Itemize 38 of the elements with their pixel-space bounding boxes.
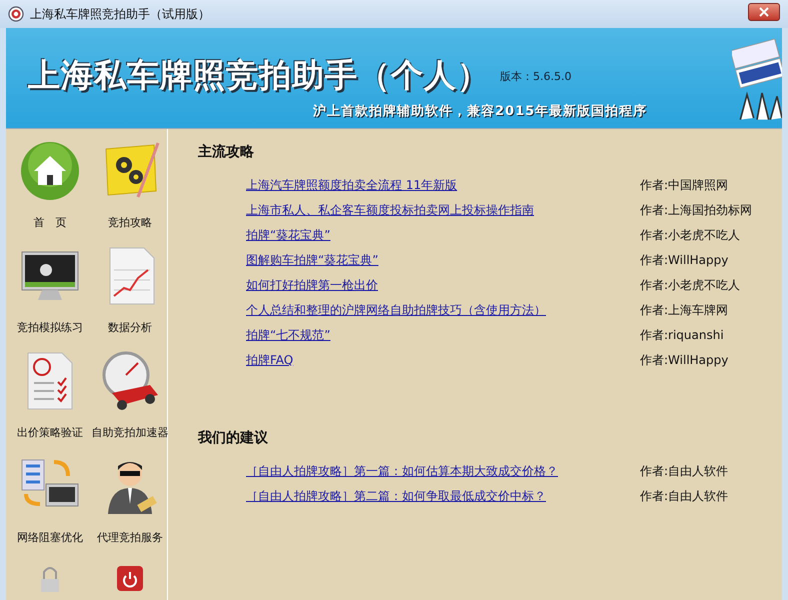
section-heading: 我们的建议 <box>198 429 269 447</box>
article-author: 作者:小老虎不吃人 <box>640 277 740 294</box>
section-heading: 主流攻略 <box>198 143 255 161</box>
close-button[interactable] <box>748 3 780 21</box>
article-link[interactable]: ［自由人拍牌攻略］第一篇：如何估算本期大致成交价格？ <box>246 463 640 480</box>
article-link[interactable]: 拍牌FAQ <box>246 352 640 369</box>
article-link[interactable]: 拍牌“七不规范” <box>246 327 640 344</box>
close-icon <box>759 7 769 17</box>
article-author: 作者:WillHappy <box>640 252 728 269</box>
article-author: 作者:riquanshi <box>640 327 724 344</box>
sidebar-label[interactable]: 数据分析 <box>108 320 152 335</box>
sidebar-label[interactable]: 竞拍模拟练习 <box>17 320 83 335</box>
banner-title: 上海私车牌照竞拍助手（个人） <box>28 55 490 96</box>
article-link[interactable]: 如何打好拍牌第一枪出价 <box>246 277 640 294</box>
sidebar-label[interactable]: 代理竞拍服务 <box>97 530 163 545</box>
article-link[interactable]: 拍牌“葵花宝典” <box>246 227 640 244</box>
article-author: 作者:上海国拍劲标网 <box>640 202 752 219</box>
version-label: 版本：5.6.5.0 <box>500 69 572 84</box>
article-link[interactable]: 上海市私人、私企客车额度投标拍卖网上投标操作指南 <box>246 202 640 219</box>
home-icon[interactable] <box>18 139 82 203</box>
sidebar-label[interactable]: 首 页 <box>34 215 66 230</box>
article-link[interactable]: ［自由人拍牌攻略］第二篇：如何争取最低成交价中标？ <box>246 488 640 505</box>
banner-slogan: 沪上首款拍牌辅助软件，兼容2015年最新版国拍程序 <box>313 102 648 120</box>
app-logo-icon <box>8 6 24 22</box>
sidebar-label[interactable]: 自助竞拍加速器 <box>92 425 168 440</box>
article-author: 作者:上海车牌网 <box>640 302 728 319</box>
sidebar-label[interactable]: 出价策略验证 <box>17 425 83 440</box>
article-author: 作者:中国牌照网 <box>640 177 728 194</box>
sidebar-label[interactable]: 竞拍攻略 <box>108 215 152 230</box>
article-author: 作者:自由人软件 <box>640 488 728 505</box>
sidebar-label[interactable]: 网络阻塞优化 <box>17 530 83 545</box>
article-author: 作者:小老虎不吃人 <box>640 227 740 244</box>
article-author: 作者:WillHappy <box>640 352 728 369</box>
article-link[interactable]: 个人总结和整理的沪牌网络自助拍牌技巧（含使用方法） <box>246 302 640 319</box>
article-link[interactable]: 图解购车拍牌“葵花宝典” <box>246 252 640 269</box>
window-title: 上海私车牌照竞拍助手（试用版） <box>30 6 211 22</box>
article-author: 作者:自由人软件 <box>640 463 728 480</box>
article-link[interactable]: 上海汽车牌照额度拍卖全流程 11年新版 <box>246 177 640 194</box>
